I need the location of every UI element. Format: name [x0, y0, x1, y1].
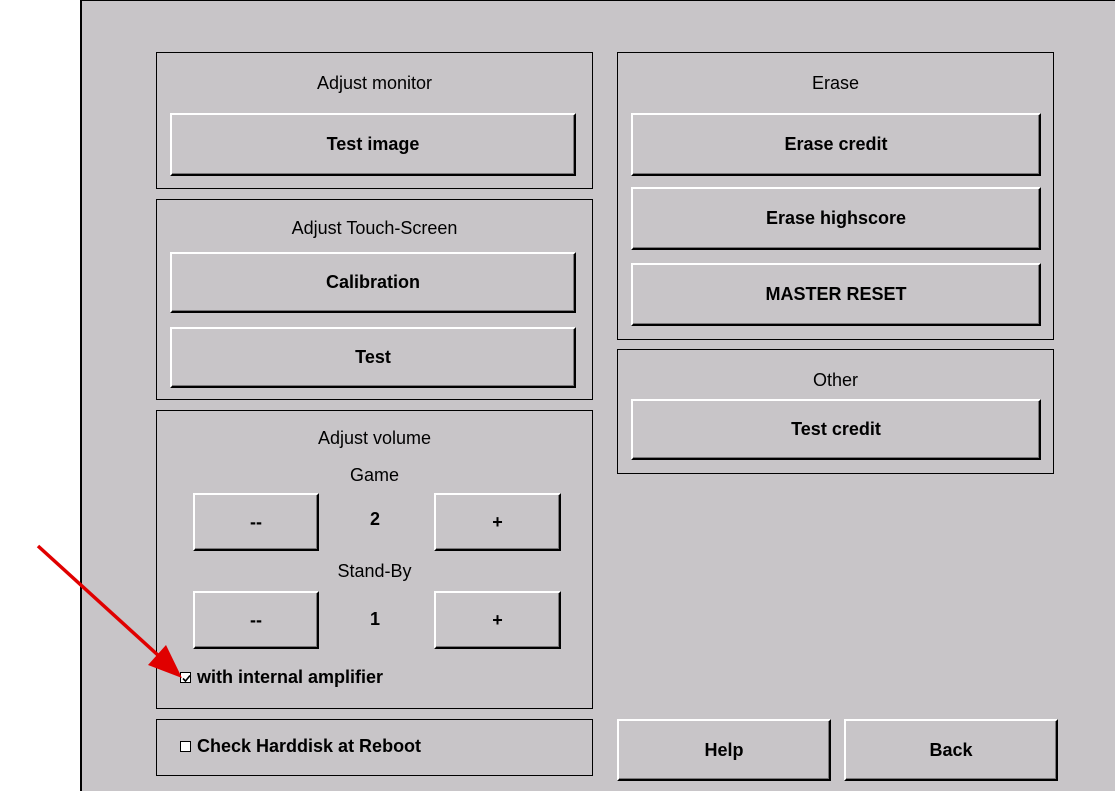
red-arrow-icon [36, 544, 182, 678]
